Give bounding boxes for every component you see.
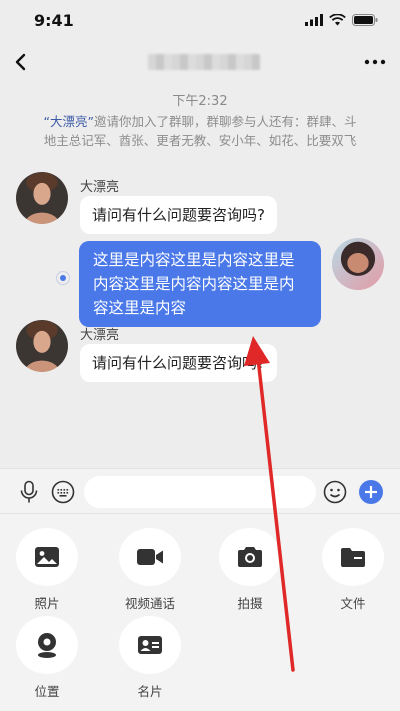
tool-photo-button[interactable] — [16, 528, 78, 586]
sender-name: 大漂亮 — [80, 180, 120, 195]
tool-label: 照片 — [34, 596, 60, 611]
voice-button[interactable] — [16, 479, 42, 505]
chat-title-blurred — [148, 54, 260, 70]
system-message-inviter: “大漂亮” — [43, 114, 94, 129]
status-icons — [305, 14, 378, 26]
message-bubble[interactable]: 请问有什么问题要咨询吗? — [80, 196, 277, 234]
status-bar: 9:41 — [0, 0, 400, 40]
input-bar — [0, 468, 400, 514]
status-time: 9:41 — [34, 10, 74, 30]
sender-name: 大漂亮 — [80, 328, 120, 343]
chat-area[interactable]: 下午2:32 “大漂亮”邀请你加入了群聊，群聊参与人还有：群肆、斗地主总记军、酋… — [0, 84, 400, 468]
tool-label: 文件 — [340, 596, 366, 611]
battery-icon — [352, 14, 378, 26]
more-icon[interactable] — [364, 59, 386, 65]
read-status-icon — [56, 271, 70, 285]
tool-contact-card[interactable]: 名片 — [110, 616, 190, 700]
back-icon[interactable] — [14, 52, 28, 72]
location-icon — [38, 633, 56, 658]
plus-button[interactable] — [358, 479, 384, 505]
signal-icon — [305, 14, 323, 26]
tool-video-call[interactable]: 视频通话 — [110, 528, 190, 612]
tool-video-call-button[interactable] — [119, 528, 181, 586]
nav-bar — [0, 40, 400, 84]
message-input[interactable] — [84, 476, 316, 508]
microphone-icon — [20, 480, 38, 503]
tool-file-button[interactable] — [322, 528, 384, 586]
tool-location-button[interactable] — [16, 616, 78, 674]
photo-icon — [35, 547, 59, 567]
camera-icon — [238, 547, 262, 567]
keyboard-button[interactable] — [50, 479, 76, 505]
message-timestamp: 下午2:32 — [172, 94, 228, 109]
message-bubble[interactable]: 请问有什么问题要咨询吗? — [80, 344, 277, 382]
plus-icon — [359, 480, 383, 504]
wifi-icon — [329, 14, 346, 26]
tool-file[interactable]: 文件 — [313, 528, 393, 612]
tool-label: 名片 — [137, 684, 163, 699]
contact-card-icon — [138, 636, 162, 654]
tool-camera[interactable]: 拍摄 — [210, 528, 290, 612]
keyboard-icon — [51, 480, 75, 504]
emoji-button[interactable] — [322, 479, 348, 505]
tool-location[interactable]: 位置 — [7, 616, 87, 700]
tool-label: 视频通话 — [124, 596, 175, 611]
avatar-self[interactable] — [332, 238, 384, 290]
tool-photo[interactable]: 照片 — [7, 528, 87, 612]
tool-camera-button[interactable] — [219, 528, 281, 586]
file-icon — [341, 548, 365, 567]
avatar[interactable] — [16, 320, 68, 372]
tool-contact-card-button[interactable] — [119, 616, 181, 674]
tool-label: 拍摄 — [237, 596, 263, 611]
system-message: “大漂亮”邀请你加入了群聊，群聊参与人还有：群肆、斗地主总记军、酋张、更者无教、… — [40, 112, 360, 150]
video-call-icon — [137, 549, 163, 565]
tools-panel: 照片 视频通话 拍摄 文件 位置 名片 — [0, 514, 400, 711]
avatar[interactable] — [16, 172, 68, 224]
emoji-icon — [323, 480, 347, 504]
message-bubble-self[interactable]: 这里是内容这里是内容这里是内容这里是内容内容这里是内容这里是内容 — [79, 241, 321, 327]
tool-label: 位置 — [34, 684, 60, 699]
